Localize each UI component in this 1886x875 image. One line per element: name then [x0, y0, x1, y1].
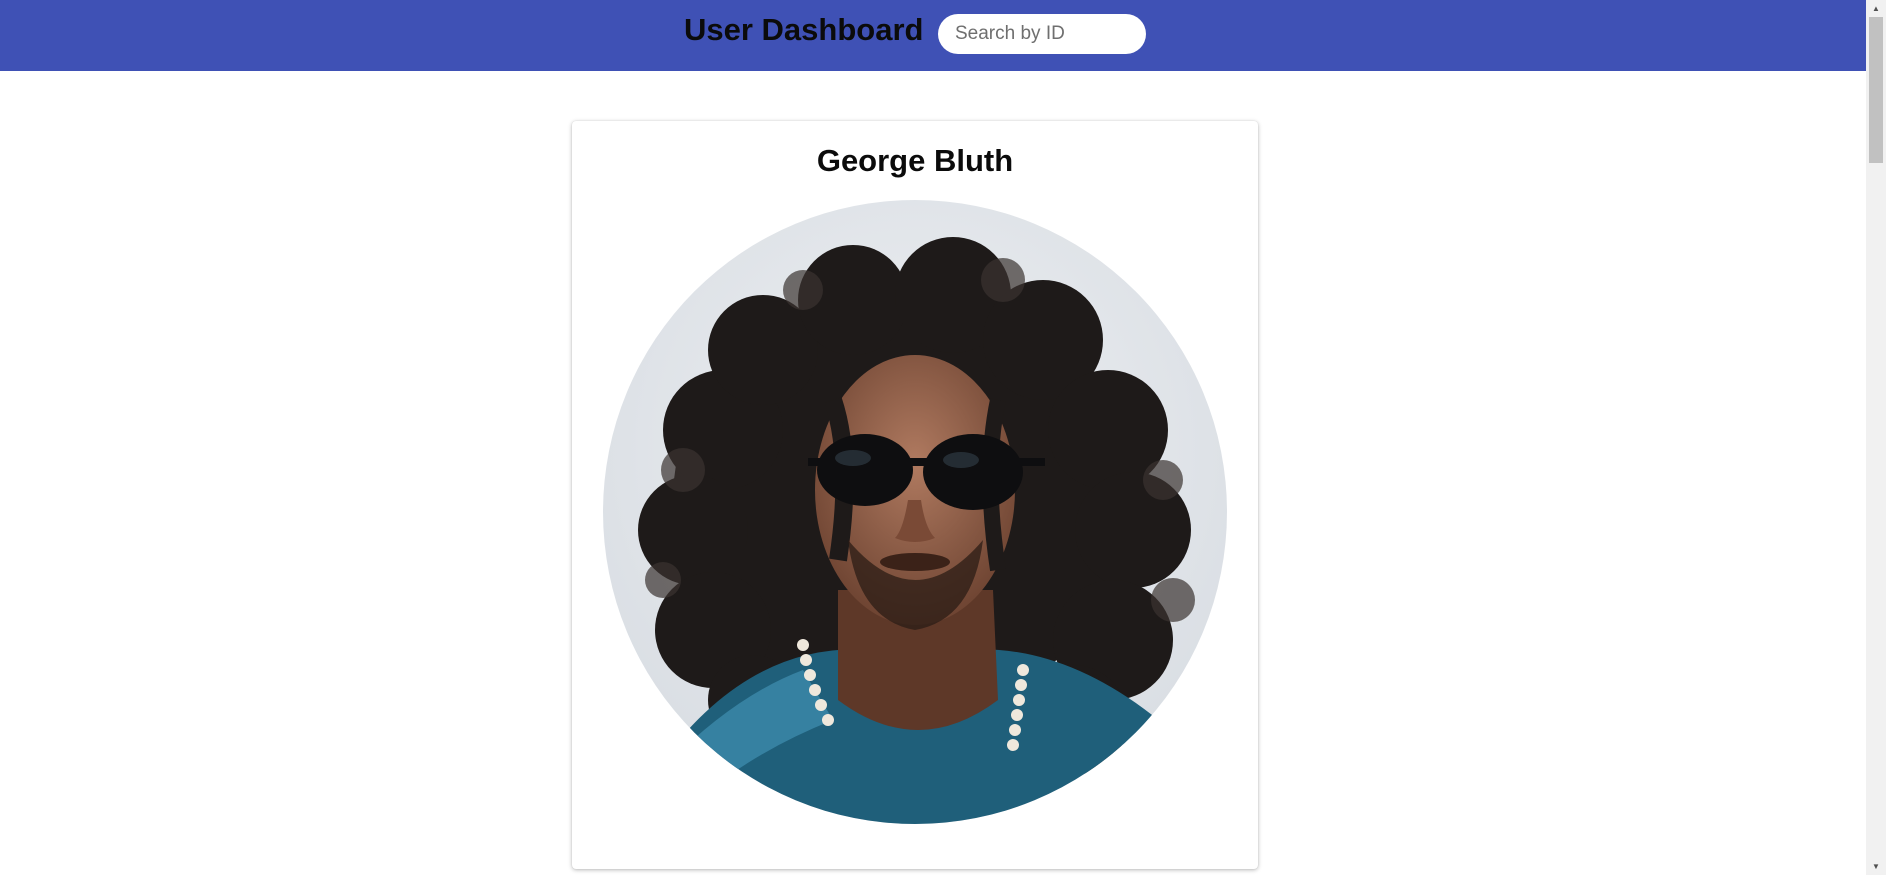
scroll-up-arrow-icon[interactable]: ▲: [1866, 0, 1886, 17]
scroll-down-arrow-icon[interactable]: ▼: [1866, 858, 1886, 875]
user-name: George Bluth: [816, 143, 1014, 178]
avatar: [603, 200, 1227, 824]
user-card: George Bluth: [572, 121, 1258, 869]
top-app-bar: User Dashboard: [0, 0, 1866, 71]
scrollbar-thumb[interactable]: [1869, 17, 1883, 163]
search-input[interactable]: [938, 14, 1146, 54]
vertical-scrollbar[interactable]: ▲ ▼: [1866, 0, 1886, 875]
page: User Dashboard George Bluth: [0, 0, 1886, 875]
page-title: User Dashboard: [684, 12, 924, 47]
user-photo-icon: [603, 200, 1227, 824]
